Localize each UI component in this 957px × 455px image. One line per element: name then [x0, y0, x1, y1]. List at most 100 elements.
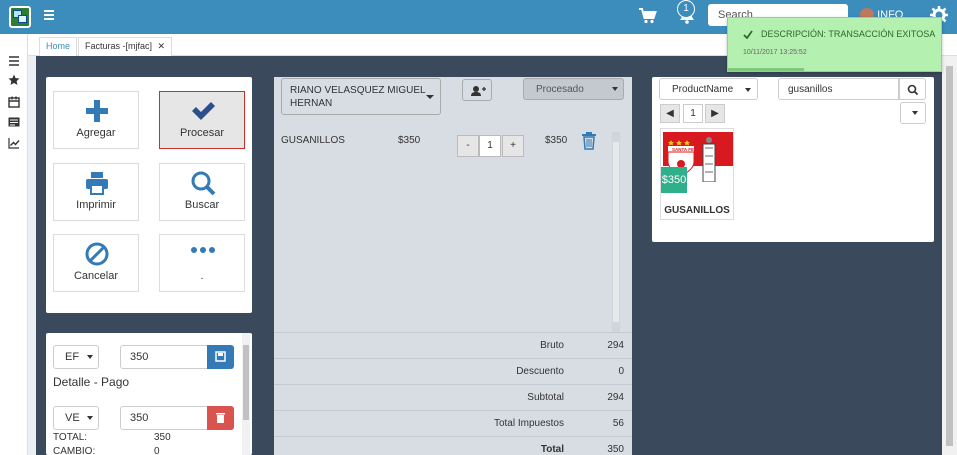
payment-method-2-value: VE [65, 412, 80, 424]
ellipsis-icon [191, 247, 215, 253]
cancel-button-label: Cancelar [73, 270, 119, 282]
trash-icon [216, 413, 225, 423]
success-toast[interactable]: DESCRIPCIÓN: TRANSACCIÓN EXITOSA 10/11/2… [727, 17, 942, 72]
check-icon [743, 30, 753, 39]
menu-toggle-icon[interactable] [44, 10, 54, 20]
qty-decrement-button[interactable]: - [457, 135, 479, 157]
product-card[interactable]: SANTA FE $350 GUSANILLOS [660, 128, 734, 220]
plus-icon [86, 100, 108, 122]
change-value: 0 [154, 446, 160, 455]
toast-message: DESCRIPCIÓN: TRANSACCIÓN EXITOSA [761, 29, 936, 39]
product-name: GUSANILLOS [664, 205, 730, 216]
print-icon [86, 172, 108, 195]
search-button-label: Buscar [184, 199, 220, 211]
tab-facturas[interactable]: Facturas -[mjfac] ✕ [78, 37, 173, 56]
search-icon [907, 84, 919, 96]
totals-row-total: Total 350 [274, 436, 632, 455]
change-label: CAMBIO: [53, 446, 96, 455]
search-button[interactable]: Buscar [159, 163, 245, 221]
payment-method-1-value: EF [65, 351, 80, 363]
print-button[interactable]: Imprimir [53, 163, 139, 221]
product-search-input[interactable]: gusanillos [778, 78, 899, 100]
order-item-row: GUSANILLOS $350 - 1 + $350 [274, 132, 619, 162]
totals-row-impuestos: Total Impuestos 56 [274, 410, 632, 436]
payment-panel: EF 350 Detalle - Pago VE 350 TOTAL: 350 … [46, 333, 252, 455]
page-scrollbar[interactable] [942, 56, 957, 455]
chart-icon[interactable] [8, 137, 20, 149]
card-list-icon[interactable] [8, 116, 20, 128]
list-icon[interactable] [8, 55, 20, 67]
process-button[interactable]: Procesar [159, 91, 245, 149]
payment-method-select-1[interactable]: EF [53, 345, 99, 369]
payment-method-select-2[interactable]: VE [53, 406, 99, 430]
payment-scrollbar[interactable] [242, 333, 250, 455]
sidebar [0, 34, 28, 455]
floppy-icon [215, 351, 226, 362]
totals-row-bruto: Bruto 294 [274, 332, 632, 358]
totals-label: Total Impuestos [493, 418, 564, 429]
add-button-label: Agregar [76, 127, 116, 139]
qty-increment-button[interactable]: + [502, 135, 524, 157]
prev-page-button[interactable]: ◀ [660, 104, 680, 123]
app-logo[interactable] [9, 6, 31, 28]
items-scrollbar[interactable] [612, 132, 620, 332]
totals-value: 294 [607, 392, 624, 403]
qty-input[interactable]: 1 [479, 135, 501, 157]
total-value: 350 [154, 432, 171, 443]
totals-label: Descuento [516, 366, 564, 377]
product-panel: ProductName gusanillos ◀ 1 ▶ SANTA FE $3… [652, 77, 934, 242]
totals-label: Subtotal [527, 392, 564, 403]
payment-detail-title: Detalle - Pago [53, 375, 130, 389]
delete-payment-button[interactable] [207, 406, 234, 430]
customer-name: RIANO VELASQUEZ MIGUEL HERNAN [290, 85, 426, 109]
add-customer-button[interactable] [462, 79, 492, 101]
totals-value: 350 [607, 444, 624, 455]
payment-amount-input-2[interactable]: 350 [120, 406, 208, 430]
product-brand-text: SANTA FE [672, 147, 694, 152]
status-value: Procesado [536, 84, 584, 95]
totals-row-subtotal: Subtotal 294 [274, 384, 632, 410]
cancel-button[interactable]: Cancelar [53, 234, 139, 292]
item-unit-price: $350 [398, 135, 421, 146]
close-tab-icon[interactable]: ✕ [158, 41, 166, 51]
delete-item-icon[interactable] [581, 132, 597, 150]
product-field-value: ProductName [672, 84, 734, 95]
product-field-select[interactable]: ProductName [659, 78, 758, 100]
tab-facturas-label: Facturas -[mjfac] [85, 41, 153, 51]
more-button[interactable]: . [159, 234, 245, 292]
search-icon [191, 171, 216, 196]
next-page-button[interactable]: ▶ [705, 104, 725, 123]
save-payment-button[interactable] [207, 345, 234, 369]
check-icon [192, 102, 215, 120]
print-button-label: Imprimir [76, 199, 116, 211]
process-button-label: Procesar [179, 127, 225, 139]
user-plus-icon [471, 86, 486, 96]
page-size-select[interactable] [900, 102, 926, 124]
star-icon[interactable] [8, 74, 20, 86]
notification-badge: 1 [677, 0, 695, 18]
totals-value: 56 [612, 418, 624, 429]
totals-value: 294 [607, 340, 624, 351]
totals-label: Total [540, 444, 564, 455]
status-select[interactable]: Procesado [523, 78, 624, 100]
actions-panel: Agregar Procesar Imprimir Buscar Cancela… [46, 77, 252, 313]
order-panel: RIANO VELASQUEZ MIGUEL HERNAN Procesado … [274, 77, 632, 455]
calendar-icon[interactable] [8, 96, 20, 108]
totals-value: 0 [618, 366, 624, 377]
totals-label: Bruto [540, 340, 564, 351]
toast-timestamp: 10/11/2017 13:25:52 [743, 49, 807, 56]
tab-home[interactable]: Home [39, 37, 78, 56]
product-price: $350 [661, 167, 687, 193]
totals-row-descuento: Descuento 0 [274, 358, 632, 384]
item-total: $350 [545, 135, 568, 146]
ban-icon [85, 242, 109, 266]
cart-icon[interactable] [639, 8, 657, 24]
toast-progress [728, 68, 804, 71]
page-number[interactable]: 1 [683, 104, 703, 123]
payment-amount-input-1[interactable]: 350 [120, 345, 208, 369]
customer-select[interactable]: RIANO VELASQUEZ MIGUEL HERNAN [281, 78, 441, 115]
add-button[interactable]: Agregar [53, 91, 139, 149]
total-label: TOTAL: [53, 432, 88, 443]
item-name: GUSANILLOS [281, 135, 345, 146]
product-search-button[interactable] [899, 78, 926, 100]
